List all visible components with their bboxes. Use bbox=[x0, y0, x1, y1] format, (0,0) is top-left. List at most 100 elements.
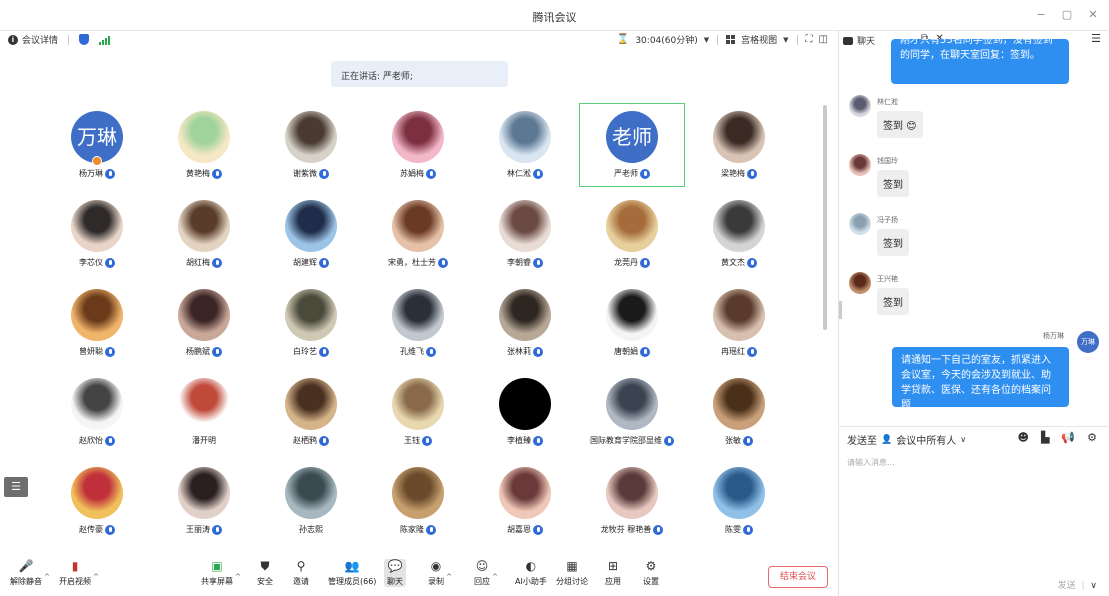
participant-tile[interactable]: 冉瑶红 bbox=[687, 282, 791, 364]
participant-name: 黄艳梅 bbox=[152, 168, 256, 179]
participant-tile[interactable]: 黄文杰 bbox=[687, 193, 791, 275]
avatar bbox=[71, 289, 123, 341]
send-button[interactable]: 发送 | ∨ bbox=[1058, 578, 1097, 591]
chat-message-bubble: 签到 bbox=[877, 288, 909, 315]
record-icon: ◉ bbox=[430, 559, 442, 573]
meeting-info-link[interactable]: 会议详情 bbox=[22, 33, 58, 46]
chat-button[interactable]: 💬 聊天 bbox=[384, 559, 406, 587]
participant-tile[interactable]: 王丽涛 bbox=[152, 460, 256, 542]
participant-tile[interactable]: 曾妍聪 bbox=[45, 282, 149, 364]
participant-tile[interactable]: 国际教育学院邵显维 bbox=[580, 371, 684, 453]
participant-tile[interactable]: 胡建辉 bbox=[259, 193, 363, 275]
view-mode-button[interactable]: 宫格视图 bbox=[741, 33, 777, 46]
chevron-up-icon[interactable]: ^ bbox=[44, 573, 50, 581]
fullscreen-icon[interactable]: ⛶ bbox=[806, 34, 813, 45]
announce-icon[interactable]: 📢 bbox=[1061, 431, 1075, 444]
grid-view-icon[interactable] bbox=[726, 35, 736, 44]
share-screen-button[interactable]: ▣ 共享屏幕 ^ bbox=[201, 559, 241, 587]
signal-icon[interactable] bbox=[99, 35, 111, 45]
participant-tile[interactable]: 孔维飞 bbox=[366, 282, 470, 364]
participant-tile[interactable]: 唐朝娟 bbox=[580, 282, 684, 364]
participant-tile[interactable]: 龙牧芬 穆艳善 bbox=[580, 460, 684, 542]
chat-settings-icon[interactable]: ⚙ bbox=[1087, 431, 1097, 444]
meeting-timer[interactable]: 30:04(60分钟) bbox=[635, 33, 697, 46]
apps-button[interactable]: ⊞ 应用 bbox=[605, 559, 621, 587]
security-button[interactable]: ⛊ 安全 bbox=[257, 559, 273, 587]
list-toggle-icon[interactable]: ☰ bbox=[4, 477, 28, 497]
participant-tile[interactable]: 龙莞丹 bbox=[580, 193, 684, 275]
participant-tile[interactable]: 赵传豪 bbox=[45, 460, 149, 542]
shield-icon[interactable] bbox=[79, 34, 90, 45]
participant-tile[interactable]: 胡嘉恩 bbox=[473, 460, 577, 542]
folder-icon[interactable]: ▙ bbox=[1041, 431, 1049, 444]
participant-tile[interactable]: 陈家隆 bbox=[366, 460, 470, 542]
chevron-up-icon[interactable]: ^ bbox=[492, 573, 498, 581]
chevron-up-icon[interactable]: ^ bbox=[446, 573, 452, 581]
participant-tile[interactable]: 黄艳梅 bbox=[152, 104, 256, 186]
close-icon[interactable]: ✕ bbox=[1087, 8, 1099, 21]
sidebar-toggle-icon[interactable]: ◫ bbox=[819, 34, 828, 45]
participant-tile[interactable]: 孙志熙 bbox=[259, 460, 363, 542]
invite-button[interactable]: ⚲ 邀请 bbox=[293, 559, 309, 587]
participant-tile[interactable]: 杨鹏斌 bbox=[152, 282, 256, 364]
divider bbox=[796, 34, 798, 45]
chat-message-bubble: 签到 😊 bbox=[877, 111, 923, 138]
participant-tile[interactable]: 林仁淞 bbox=[473, 104, 577, 186]
chat-input[interactable]: 请输入消息... bbox=[847, 457, 895, 468]
participant-tile[interactable]: 张敏 bbox=[687, 371, 791, 453]
unmute-button[interactable]: 🎤 解除静音 ^ bbox=[10, 559, 50, 587]
participant-tile[interactable]: 李植臻 bbox=[473, 371, 577, 453]
send-to-selector[interactable]: 发送至 👤 会议中所有人 ∨ bbox=[847, 432, 967, 448]
avatar bbox=[392, 378, 444, 430]
chevron-down-icon[interactable]: ▼ bbox=[704, 36, 709, 44]
participant-tile[interactable]: 李朝睿 bbox=[473, 193, 577, 275]
participant-tile[interactable]: 万琳 杨万琳 bbox=[45, 104, 149, 186]
participant-name: 杨鹏斌 bbox=[152, 346, 256, 357]
ai-assistant-button[interactable]: ◐ AI小助手 bbox=[515, 559, 547, 587]
breakout-icon: ▦ bbox=[566, 559, 578, 573]
avatar bbox=[713, 467, 765, 519]
sender-name: 林仁淞 bbox=[877, 98, 898, 106]
participant-name: 陈雯 bbox=[687, 524, 791, 535]
sender-name: 杨万琳 bbox=[1043, 332, 1064, 340]
participant-tile[interactable]: 陈雯 bbox=[687, 460, 791, 542]
participant-tile[interactable]: 潘开明 bbox=[152, 371, 256, 453]
participant-tile[interactable]: 王钰 bbox=[366, 371, 470, 453]
grid-scrollbar[interactable] bbox=[823, 105, 827, 330]
start-video-button[interactable]: ▮ 开启视频 ^ bbox=[59, 559, 99, 587]
participant-name: 王钰 bbox=[366, 435, 470, 446]
participant-tile[interactable]: 赵欣怡 bbox=[45, 371, 149, 453]
avatar bbox=[392, 111, 444, 163]
reactions-button[interactable]: ☺ 回应 ^ bbox=[474, 559, 498, 587]
participant-tile[interactable]: 苏娟梅 bbox=[366, 104, 470, 186]
avatar: 万琳 bbox=[1077, 331, 1099, 353]
menu-icon[interactable]: ☰ bbox=[1091, 32, 1101, 45]
participant-tile[interactable]: 谢紫微 bbox=[259, 104, 363, 186]
record-button[interactable]: ◉ 录制 ^ bbox=[428, 559, 452, 587]
chevron-up-icon[interactable]: ^ bbox=[235, 573, 241, 581]
chevron-up-icon[interactable]: ^ bbox=[93, 573, 99, 581]
mic-icon bbox=[743, 435, 753, 446]
settings-button[interactable]: ⚙ 设置 bbox=[643, 559, 659, 587]
chat-scrollbar[interactable] bbox=[839, 301, 842, 319]
participant-tile[interactable]: 宋勇，杜士芳 bbox=[366, 193, 470, 275]
manage-members-button[interactable]: 👥 管理成员(66) bbox=[328, 559, 376, 587]
chevron-down-icon[interactable]: ▼ bbox=[783, 36, 788, 44]
participant-tile[interactable]: 赵栖鸦 bbox=[259, 371, 363, 453]
maximize-icon[interactable]: ▢ bbox=[1061, 8, 1073, 21]
emoji-icon[interactable]: ☻ bbox=[1017, 431, 1028, 444]
participant-tile[interactable]: 老师 严老师 bbox=[579, 103, 685, 187]
participant-tile[interactable]: 李芯仪 bbox=[45, 193, 149, 275]
minimize-icon[interactable]: − bbox=[1035, 8, 1047, 21]
info-icon[interactable]: i bbox=[8, 34, 18, 45]
breakout-button[interactable]: ▦ 分组讨论 bbox=[556, 559, 588, 587]
chat-message-bubble: 刚才只有55名同学签到，没有签到的同学，在聊天室回复：签到。 bbox=[891, 39, 1069, 84]
chevron-down-icon[interactable]: ∨ bbox=[1090, 581, 1097, 591]
person-icon: 👤 bbox=[881, 434, 893, 445]
participant-tile[interactable]: 胡红梅 bbox=[152, 193, 256, 275]
participant-tile[interactable]: 白玲艺 bbox=[259, 282, 363, 364]
end-meeting-button[interactable]: 结束会议 bbox=[768, 566, 828, 588]
participant-tile[interactable]: 梁艳梅 bbox=[687, 104, 791, 186]
chevron-down-icon: ∨ bbox=[960, 435, 967, 444]
participant-tile[interactable]: 张林莉 bbox=[473, 282, 577, 364]
